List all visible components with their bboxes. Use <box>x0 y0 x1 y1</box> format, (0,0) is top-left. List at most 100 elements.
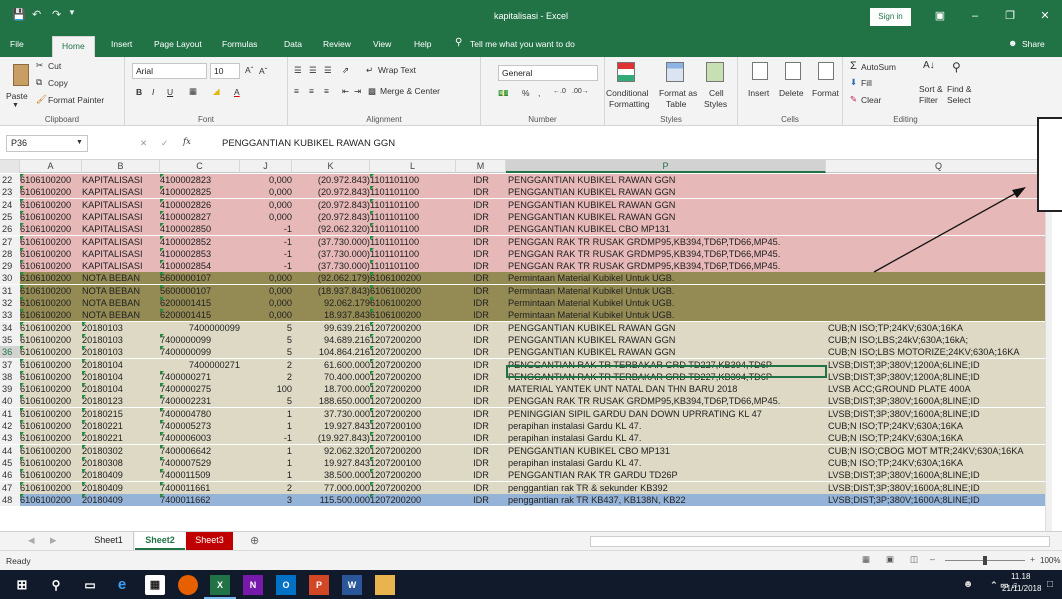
cell-b[interactable]: 20180409 <box>82 481 160 494</box>
cell-a[interactable]: 6106100200 <box>20 493 79 506</box>
cell-q[interactable]: CUB;N ISO;LBS MOTORIZE;24KV;630A;16KA <box>828 346 1052 358</box>
cell-l[interactable]: 1101101100 <box>370 247 456 260</box>
align-center-icon[interactable]: ≡ <box>309 86 314 96</box>
cell-m[interactable]: IDR <box>456 359 506 371</box>
notifications-icon[interactable]: □ <box>1040 575 1060 595</box>
close-icon[interactable]: ✕ <box>1031 6 1059 26</box>
ribbon-display-icon[interactable]: ▣ <box>926 6 954 26</box>
cell-p[interactable]: PENGGANTIAN KUBIKEL RAWAN GGN <box>508 199 826 211</box>
cell-j[interactable]: -1 <box>240 236 292 248</box>
fill-color-icon[interactable]: ◢ <box>213 86 220 97</box>
cell-b[interactable]: NOTA BEBAN <box>82 297 160 309</box>
cell-k[interactable]: 92.062.179 <box>292 297 370 309</box>
increase-font-icon[interactable]: Aˆ <box>245 65 254 75</box>
table-row[interactable]: 46 6106100200 20180409 7400011509 1 38.500.00… <box>0 469 1052 482</box>
cell-b[interactable]: 20180308 <box>82 456 160 469</box>
row-number[interactable]: 28 <box>0 247 20 260</box>
cell-k[interactable]: 92.062.320 <box>292 445 370 457</box>
cell-p[interactable]: PENGGAN RAK TR RUSAK GRDMP95,KB394,TD6P,… <box>508 395 826 407</box>
column-header-q[interactable]: Q <box>826 160 1052 173</box>
cell-a[interactable]: 6106100200 <box>20 297 79 309</box>
cell-l[interactable]: 1207200200 <box>370 407 456 420</box>
column-header-a[interactable]: A <box>20 160 82 173</box>
paste-icon[interactable] <box>13 64 29 86</box>
cell-m[interactable]: IDR <box>456 199 506 211</box>
cell-c[interactable]: 5600000107 <box>160 272 240 284</box>
cell-p[interactable]: penggantian rak TR & sekunder KB392 <box>508 482 826 494</box>
table-row[interactable]: 39 6106100200 20180104 7400000275 100 18.700.… <box>0 383 1052 396</box>
font-name-select[interactable]: Arial <box>132 63 207 79</box>
cell-p[interactable]: Permintaan Material Kubikel Untuk UGB. <box>508 297 826 309</box>
cell-p[interactable]: PENGGANTIAN KUBIKEL RAWAN GGN <box>508 211 826 223</box>
edge-browser-icon[interactable]: e <box>112 575 132 595</box>
cell-l[interactable]: 6106100200 <box>370 297 456 309</box>
align-top-icon[interactable]: ☰ <box>294 65 302 76</box>
cell-b[interactable]: KAPITALISASI <box>82 236 160 248</box>
column-header-p[interactable]: P <box>506 160 826 173</box>
cell-p[interactable]: PENGGAN RAK TR RUSAK GRDMP95,KB394,TD6P,… <box>508 248 826 260</box>
cell-q[interactable]: LVSB;DIST;3P;380V;1600A;8LINE;ID <box>828 395 1052 407</box>
normal-view-icon[interactable]: ▦ <box>862 554 870 565</box>
cell-a[interactable]: 6106100200 <box>20 272 79 284</box>
cell-m[interactable]: IDR <box>456 494 506 506</box>
cell-l[interactable]: 1207200200 <box>370 358 456 371</box>
cell-a[interactable]: 6106100200 <box>20 469 79 481</box>
sign-in-button[interactable]: Sign in <box>870 8 911 26</box>
table-row[interactable]: 34 6106100200 20180103 7400000099 5 99.639.21… <box>0 321 1052 334</box>
cell-p[interactable]: PENGGANTIAN KUBIKEL RAWAN GGN <box>508 322 826 334</box>
cell-a[interactable]: 6106100200 <box>20 407 79 420</box>
cell-k[interactable]: (37.730.000) <box>292 236 370 248</box>
cell-k[interactable]: 94.689.216 <box>292 334 370 346</box>
cell-m[interactable]: IDR <box>456 371 506 383</box>
cell-c[interactable]: 4100002850 <box>160 223 240 235</box>
cell-m[interactable]: IDR <box>456 334 506 346</box>
cell-k[interactable]: (37.730.000) <box>292 260 370 272</box>
cell-b[interactable]: 20180104 <box>82 370 160 383</box>
cell-p[interactable]: MATERIAL YANTEK UNT NATAL DAN THN BARU 2… <box>508 383 826 395</box>
cell-m[interactable]: IDR <box>456 248 506 260</box>
underline-icon[interactable]: U <box>167 87 173 97</box>
cell-b[interactable]: KAPITALISASI <box>82 199 160 211</box>
align-right-icon[interactable]: ≡ <box>324 86 329 96</box>
cell-p[interactable]: Permintaan Material Kubikel Untuk UGB. <box>508 285 826 297</box>
table-row[interactable]: 31 6106100200 NOTA BEBAN 5600000107 0,000 (18… <box>0 284 1052 297</box>
row-number[interactable]: 37 <box>0 358 20 371</box>
word-icon[interactable]: W <box>342 575 362 595</box>
cell-l[interactable]: 1207200200 <box>370 321 456 334</box>
cell-b[interactable]: KAPITALISASI <box>82 248 160 260</box>
cell-q[interactable]: LVSB;DIST;3P;380V;1200A;6LINE;ID <box>828 359 1052 371</box>
cell-b[interactable]: NOTA BEBAN <box>82 272 160 284</box>
cell-j[interactable]: 2 <box>240 371 292 383</box>
cell-a[interactable]: 6106100200 <box>20 223 79 235</box>
cell-a[interactable]: 6106100200 <box>20 186 79 198</box>
column-header-m[interactable]: M <box>456 160 506 173</box>
cell-q[interactable]: LVSB;DIST;3P;380V;1600A;8LINE;ID <box>828 482 1052 494</box>
paste-dropdown-icon[interactable]: ▼ <box>12 102 19 109</box>
cell-q[interactable]: LVSB;DIST;3P;380V;1600A;8LINE;ID <box>828 469 1052 481</box>
row-number[interactable]: 45 <box>0 456 20 469</box>
cell-c[interactable]: 4100002823 <box>160 174 240 186</box>
cell-m[interactable]: IDR <box>456 383 506 395</box>
cell-j[interactable]: 2 <box>240 482 292 494</box>
cell-b[interactable]: 20180409 <box>82 469 160 481</box>
tab-insert[interactable]: Insert <box>111 39 132 49</box>
tab-file[interactable]: File <box>10 39 24 49</box>
cell-a[interactable]: 6106100200 <box>20 395 79 407</box>
cell-j[interactable]: -1 <box>240 223 292 235</box>
cell-a[interactable]: 6106100200 <box>20 358 79 371</box>
cell-a[interactable]: 6106100200 <box>20 456 79 469</box>
fill-button[interactable]: Fill <box>861 78 872 88</box>
cell-l[interactable]: 1101101100 <box>370 260 456 272</box>
cell-c[interactable]: 4100002853 <box>160 247 240 260</box>
select-all-corner[interactable] <box>0 160 20 173</box>
row-number[interactable]: 31 <box>0 284 20 297</box>
cell-a[interactable]: 6106100200 <box>20 321 79 334</box>
cell-p[interactable]: PENGGAN RAK TR RUSAK GRDMP95,KB394,TD6P,… <box>508 236 826 248</box>
increase-indent-icon[interactable]: ⇥ <box>354 86 361 97</box>
cell-k[interactable]: 70.400.000 <box>292 371 370 383</box>
cell-k[interactable]: 18.700.000 <box>292 383 370 395</box>
cell-a[interactable]: 6106100200 <box>20 481 79 494</box>
cell-p[interactable]: PENGGAN RAK TR RUSAK GRDMP95,KB394,TD6P,… <box>508 260 826 272</box>
cell-p[interactable]: perapihan instalasi Gardu KL 47. <box>508 420 826 432</box>
cell-p[interactable]: perapihan instalasi Gardu KL 47. <box>508 432 826 444</box>
